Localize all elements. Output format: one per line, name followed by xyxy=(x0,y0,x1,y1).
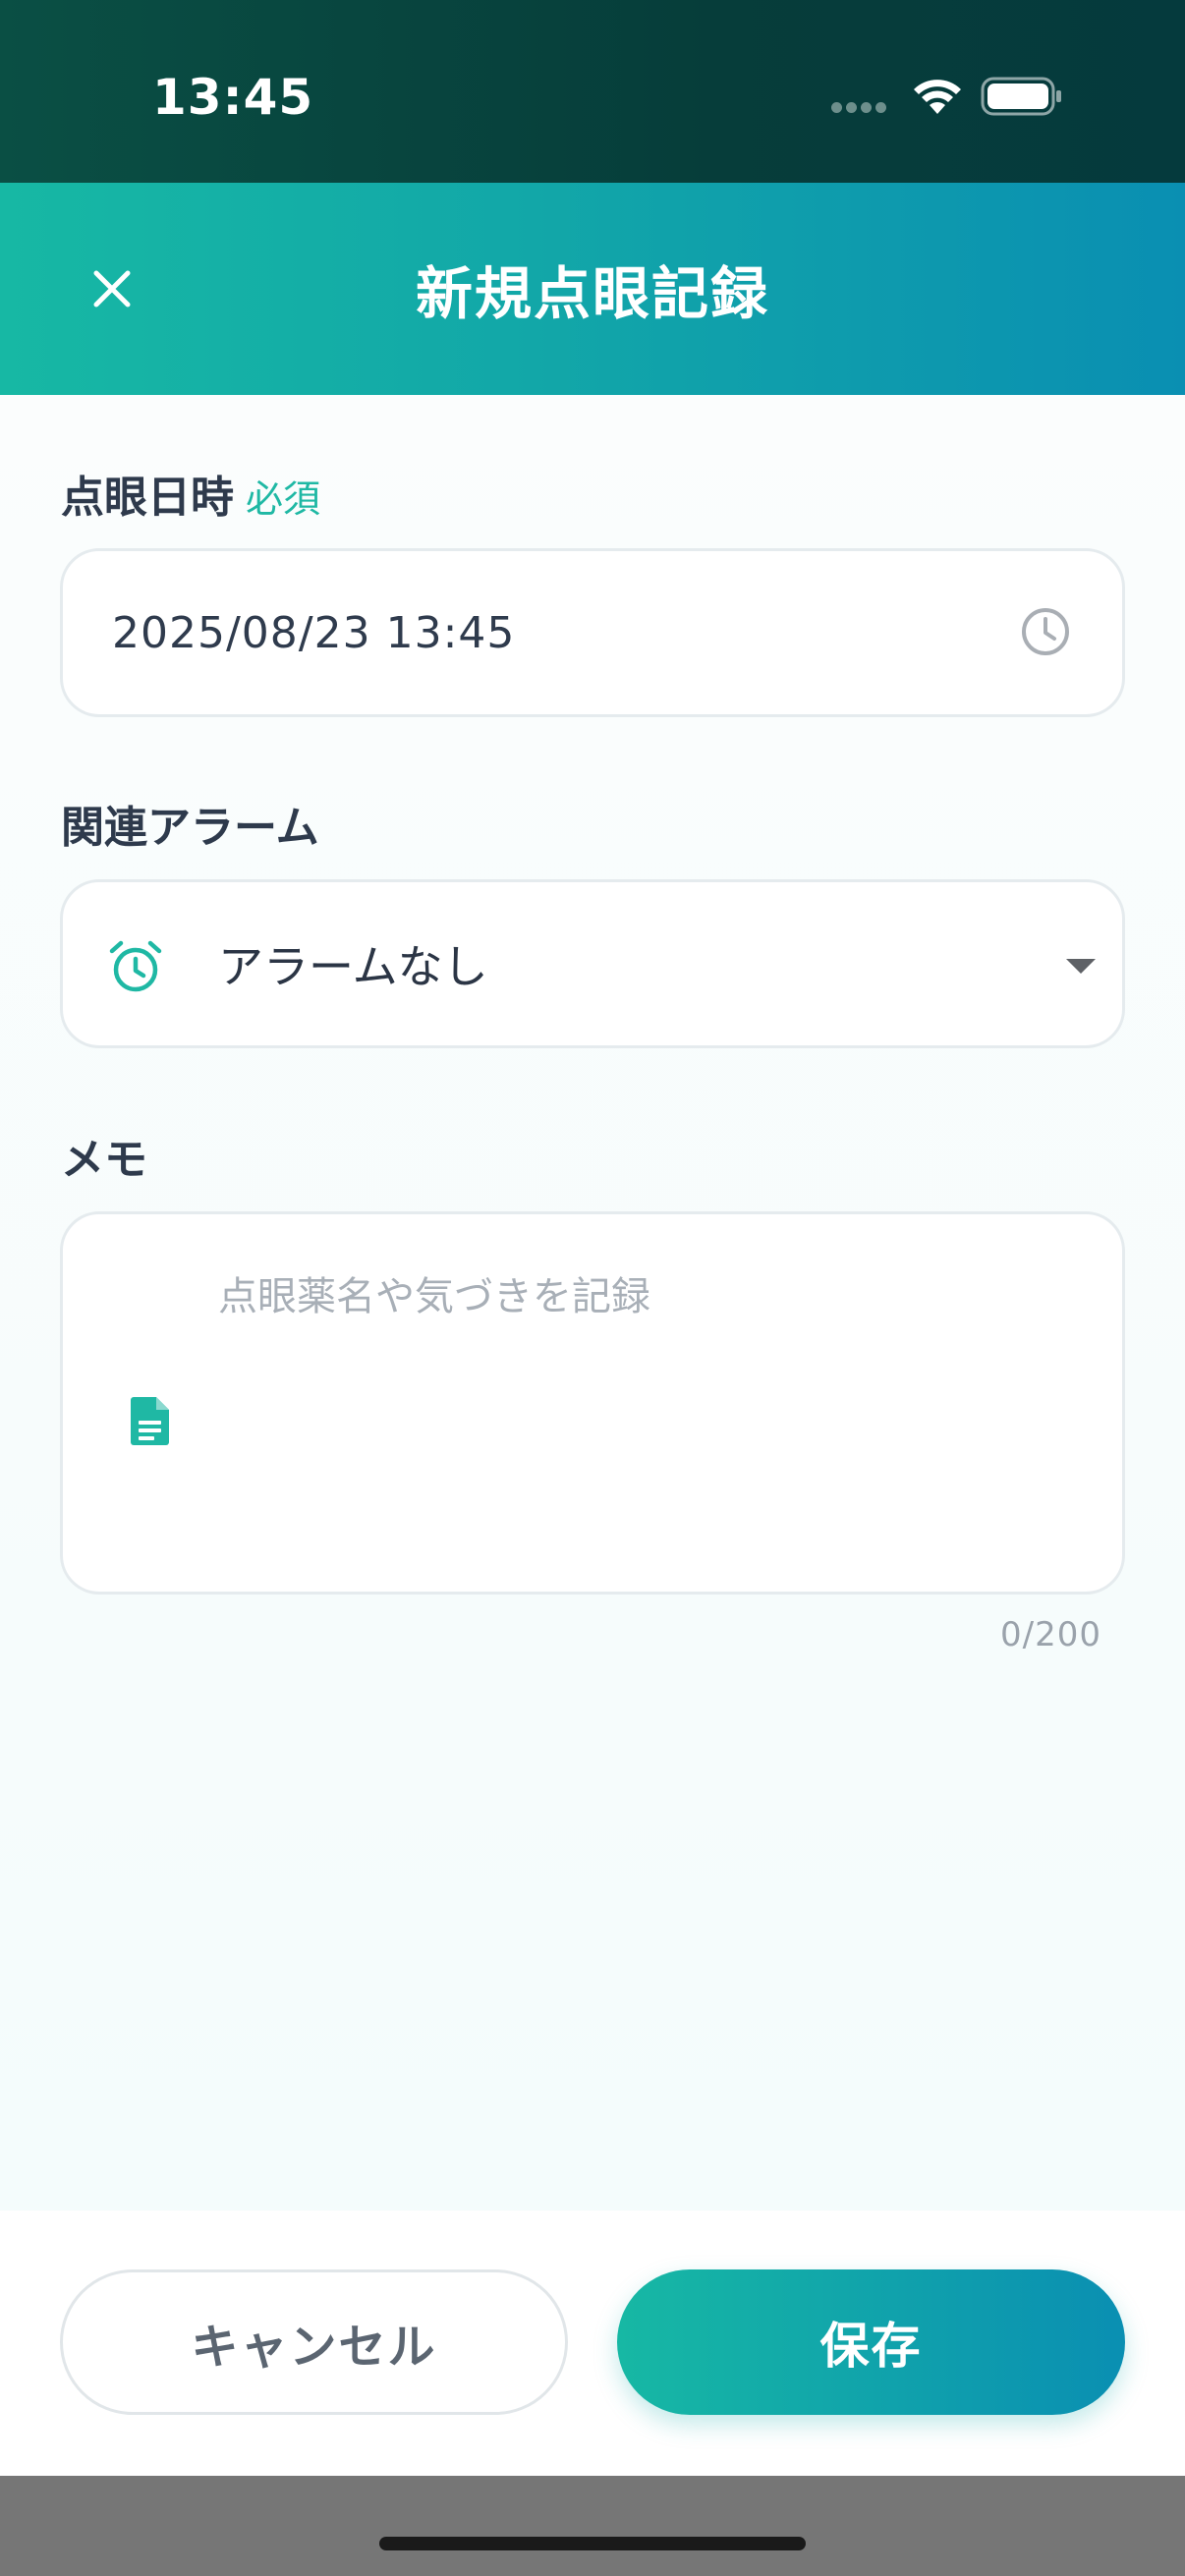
close-icon xyxy=(93,270,131,308)
alarm-clock-icon xyxy=(109,940,162,992)
screen: 13:45 新規点眼記録 点眼日時 必須 2025/08/23 13:45 関連… xyxy=(0,0,1185,2576)
status-bar: 13:45 xyxy=(0,0,1185,183)
clock-icon[interactable] xyxy=(1018,604,1073,659)
datetime-label: 点眼日時 必須 xyxy=(61,462,320,525)
wifi-icon xyxy=(914,80,961,114)
battery-icon xyxy=(981,77,1061,116)
memo-input[interactable] xyxy=(218,1267,1063,1562)
memo-field xyxy=(60,1211,1125,1595)
alarm-selected-value: アラームなし xyxy=(218,940,488,993)
memo-label: メモ xyxy=(61,1135,147,1185)
alarm-label: 関連アラーム xyxy=(61,803,319,853)
datetime-label-text: 点眼日時 xyxy=(61,473,234,523)
status-time: 13:45 xyxy=(152,69,314,126)
home-indicator[interactable] xyxy=(379,2537,806,2550)
datetime-value: 2025/08/23 13:45 xyxy=(112,607,516,658)
alarm-select[interactable]: アラームなし xyxy=(60,879,1125,1048)
footer-actions: キャンセル 保存 xyxy=(0,2211,1185,2476)
status-icons xyxy=(831,69,1185,128)
memo-char-counter: 0/200 xyxy=(1000,1615,1101,1654)
page-title: 新規点眼記録 xyxy=(415,260,769,327)
close-button[interactable] xyxy=(65,242,159,336)
save-button[interactable]: 保存 xyxy=(617,2269,1125,2415)
document-icon xyxy=(131,1397,169,1445)
required-tag: 必須 xyxy=(246,477,321,521)
cellular-signal-icon xyxy=(831,102,890,114)
datetime-field[interactable]: 2025/08/23 13:45 xyxy=(60,548,1125,717)
form-content: 点眼日時 必須 2025/08/23 13:45 関連アラーム アラームなし メ… xyxy=(0,395,1185,2211)
app-header: 新規点眼記録 xyxy=(0,183,1185,395)
cancel-button[interactable]: キャンセル xyxy=(60,2269,568,2415)
home-indicator-area xyxy=(0,2476,1185,2576)
dropdown-arrow-icon xyxy=(1066,959,1096,974)
